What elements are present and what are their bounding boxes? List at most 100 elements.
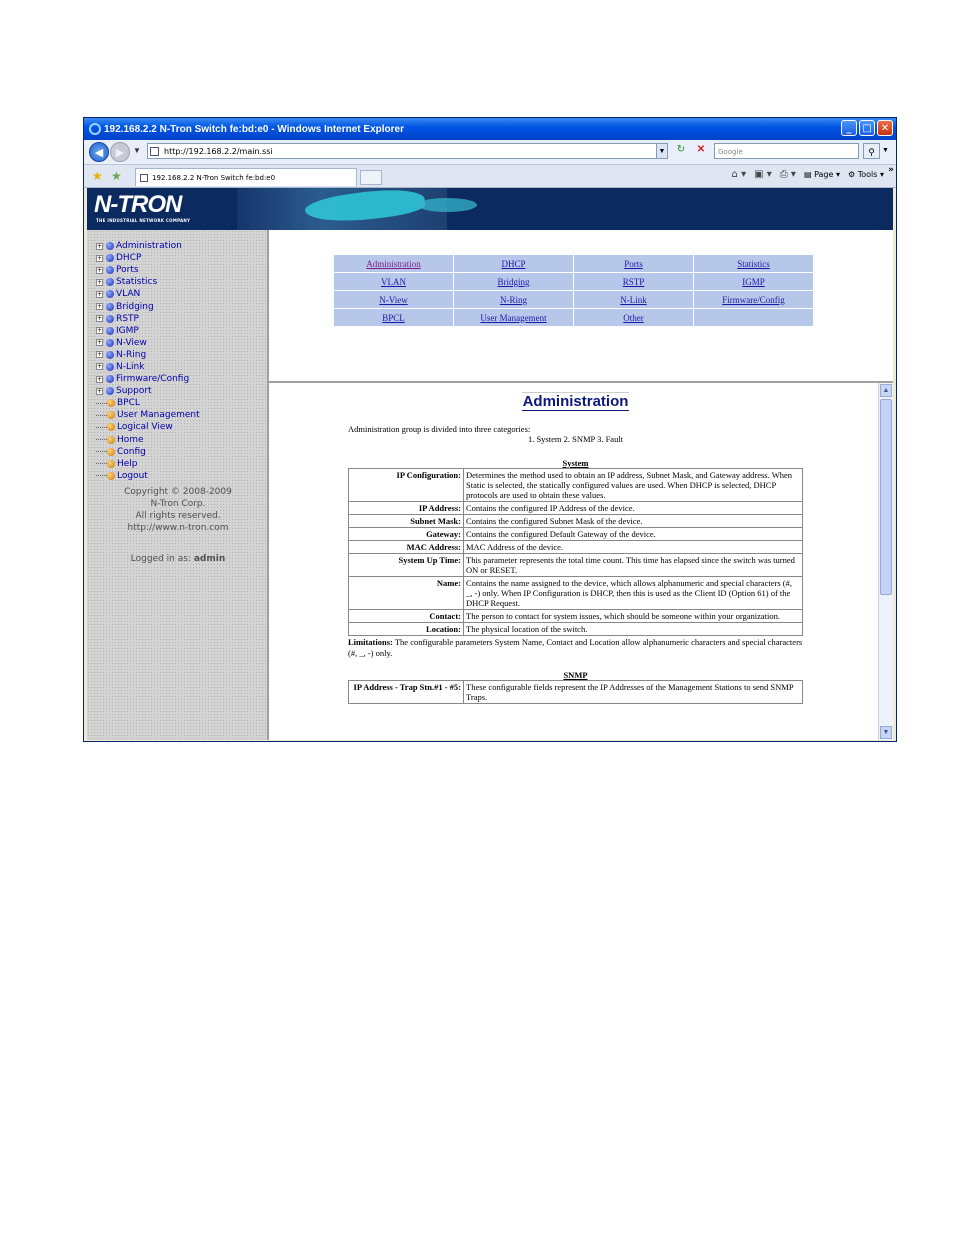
tree-connector (96, 414, 107, 416)
nav-link-dhcp[interactable]: DHCP (501, 259, 525, 269)
nav-link-ports[interactable]: Ports (624, 259, 643, 269)
tools-menu[interactable]: ⚙ Tools ▾ (848, 170, 884, 179)
expand-icon[interactable]: + (96, 315, 103, 323)
sidebar-item-dhcp[interactable]: + DHCP (96, 252, 200, 264)
sidebar-item-rstp[interactable]: + RSTP (96, 313, 200, 325)
copyright-line: All rights reserved. (135, 511, 221, 521)
expand-icon[interactable]: + (96, 387, 103, 395)
sidebar-item-vlan[interactable]: + VLAN (96, 288, 200, 300)
expand-icon[interactable]: + (96, 303, 103, 311)
nav-cell: N-Ring (453, 290, 574, 309)
nav-link-n-view[interactable]: N-View (379, 295, 407, 305)
minimize-button[interactable]: _ (841, 120, 857, 136)
intro-text: Administration group is divided into thr… (348, 424, 531, 434)
nav-link-statistics[interactable]: Statistics (737, 259, 770, 269)
vertical-scrollbar[interactable]: ▲ ▼ (878, 383, 893, 740)
nav-link-bridging[interactable]: Bridging (497, 277, 529, 287)
expand-icon[interactable]: + (96, 254, 103, 262)
nav-link-rstp[interactable]: RSTP (623, 277, 645, 287)
expand-icon[interactable]: + (96, 290, 103, 298)
address-input[interactable]: http://192.168.2.2/main.ssi (147, 143, 667, 159)
nav-link-administration[interactable]: Administration (366, 259, 421, 269)
expand-icon[interactable]: + (96, 266, 103, 274)
refresh-icon[interactable]: ↻ (673, 144, 689, 159)
copyright-line: Copyright © 2008-2009 (124, 487, 232, 497)
maximize-button[interactable]: □ (859, 120, 875, 136)
nav-link-bpcl[interactable]: BPCL (382, 313, 405, 323)
sidebar-item-statistics[interactable]: + Statistics (96, 276, 200, 288)
field-description: The physical location of the switch. (463, 622, 803, 636)
field-label: System Up Time: (348, 553, 464, 577)
scroll-down-icon[interactable]: ▼ (880, 726, 892, 739)
nav-link-other[interactable]: Other (623, 313, 644, 323)
expand-icon[interactable]: + (96, 278, 103, 286)
new-tab-button[interactable] (360, 170, 382, 185)
expand-icon[interactable]: + (96, 327, 103, 335)
nav-cell: BPCL (333, 308, 454, 327)
sidebar-item-firmware-config[interactable]: + Firmware/Config (96, 373, 200, 385)
close-button[interactable]: ✕ (877, 120, 893, 136)
nav-link-user-management[interactable]: User Management (480, 313, 546, 323)
stop-icon[interactable]: ✕ (693, 144, 709, 159)
table-row: Name: Contains the name assigned to the d… (348, 576, 803, 610)
header-banner: N-TRON THE INDUSTRIAL NETWORK COMPANY (87, 188, 893, 230)
sidebar-item-label: Bridging (116, 301, 154, 312)
expand-icon[interactable]: + (96, 363, 103, 371)
expand-icon[interactable]: + (96, 242, 103, 250)
sidebar-item-igmp[interactable]: + IGMP (96, 325, 200, 337)
sidebar-item-bpcl[interactable]: BPCL (96, 397, 200, 409)
expand-icon[interactable]: + (96, 339, 103, 347)
expand-icon[interactable]: + (96, 375, 103, 383)
search-input[interactable]: Google (714, 143, 859, 159)
sidebar-item-n-view[interactable]: + N-View (96, 337, 200, 349)
sidebar-item-home[interactable]: Home (96, 434, 200, 446)
page-menu-label: Page (814, 170, 834, 179)
nav-link-vlan[interactable]: VLAN (381, 277, 406, 287)
sidebar-item-config[interactable]: Config (96, 446, 200, 458)
field-description: Contains the configured Default Gateway … (463, 527, 803, 541)
sidebar-item-logical-view[interactable]: Logical View (96, 421, 200, 433)
nav-link-n-link[interactable]: N-Link (620, 295, 647, 305)
nav-link-igmp[interactable]: IGMP (742, 277, 765, 287)
sidebar-item-n-ring[interactable]: + N-Ring (96, 349, 200, 361)
sidebar-item-label: BPCL (117, 398, 140, 409)
nav-link-n-ring[interactable]: N-Ring (500, 295, 527, 305)
back-button[interactable]: ◀ (89, 142, 109, 162)
expand-icon[interactable]: + (96, 351, 103, 359)
address-dropdown-icon[interactable]: ▼ (656, 143, 668, 159)
scroll-thumb[interactable] (880, 399, 892, 595)
home-icon[interactable]: ⌂ ▾ (732, 169, 747, 180)
page-bullet-icon (107, 471, 115, 480)
sidebar-item-bridging[interactable]: + Bridging (96, 300, 200, 312)
add-favorites-icon[interactable]: ★ (111, 169, 122, 183)
page-menu[interactable]: ▤ Page ▾ (804, 170, 840, 179)
sidebar-item-user-management[interactable]: User Management (96, 409, 200, 421)
sidebar-item-ports[interactable]: + Ports (96, 264, 200, 276)
chevron-right-icon[interactable]: » (888, 165, 894, 175)
forward-button[interactable]: ▶ (110, 142, 130, 162)
sidebar-item-n-link[interactable]: + N-Link (96, 361, 200, 373)
feeds-icon[interactable]: ▣ ▾ (754, 169, 772, 180)
sidebar-item-administration[interactable]: + Administration (96, 240, 200, 252)
search-options-icon[interactable]: ▼ (882, 143, 891, 159)
field-description: Contains the configured Subnet Mask of t… (463, 514, 803, 528)
tree-connector (96, 451, 107, 453)
nav-link-firmware-config[interactable]: Firmware/Config (722, 295, 785, 305)
folder-bullet-icon (106, 290, 114, 299)
address-value: http://192.168.2.2/main.ssi (164, 147, 273, 156)
field-description: This parameter represents the total time… (463, 553, 803, 577)
scroll-up-icon[interactable]: ▲ (880, 384, 892, 397)
sidebar-item-support[interactable]: + Support (96, 385, 200, 397)
section-title-snmp: SNMP (563, 670, 588, 680)
sidebar-item-logout[interactable]: Logout (96, 470, 200, 482)
tab-current[interactable]: 192.168.2.2 N-Tron Switch fe:bd:e0 (135, 168, 357, 186)
field-description: The person to contact for system issues,… (463, 609, 803, 623)
sidebar-item-label: Firmware/Config (116, 374, 190, 385)
folder-bullet-icon (106, 314, 114, 323)
sidebar-item-label: Config (117, 446, 146, 457)
print-icon[interactable]: ⎙ ▾ (780, 169, 796, 180)
sidebar-item-help[interactable]: Help (96, 458, 200, 470)
favorites-star-icon[interactable]: ★ (92, 169, 103, 183)
search-icon[interactable]: ⚲ (863, 143, 880, 159)
history-dropdown-icon[interactable]: ▼ (133, 146, 141, 155)
